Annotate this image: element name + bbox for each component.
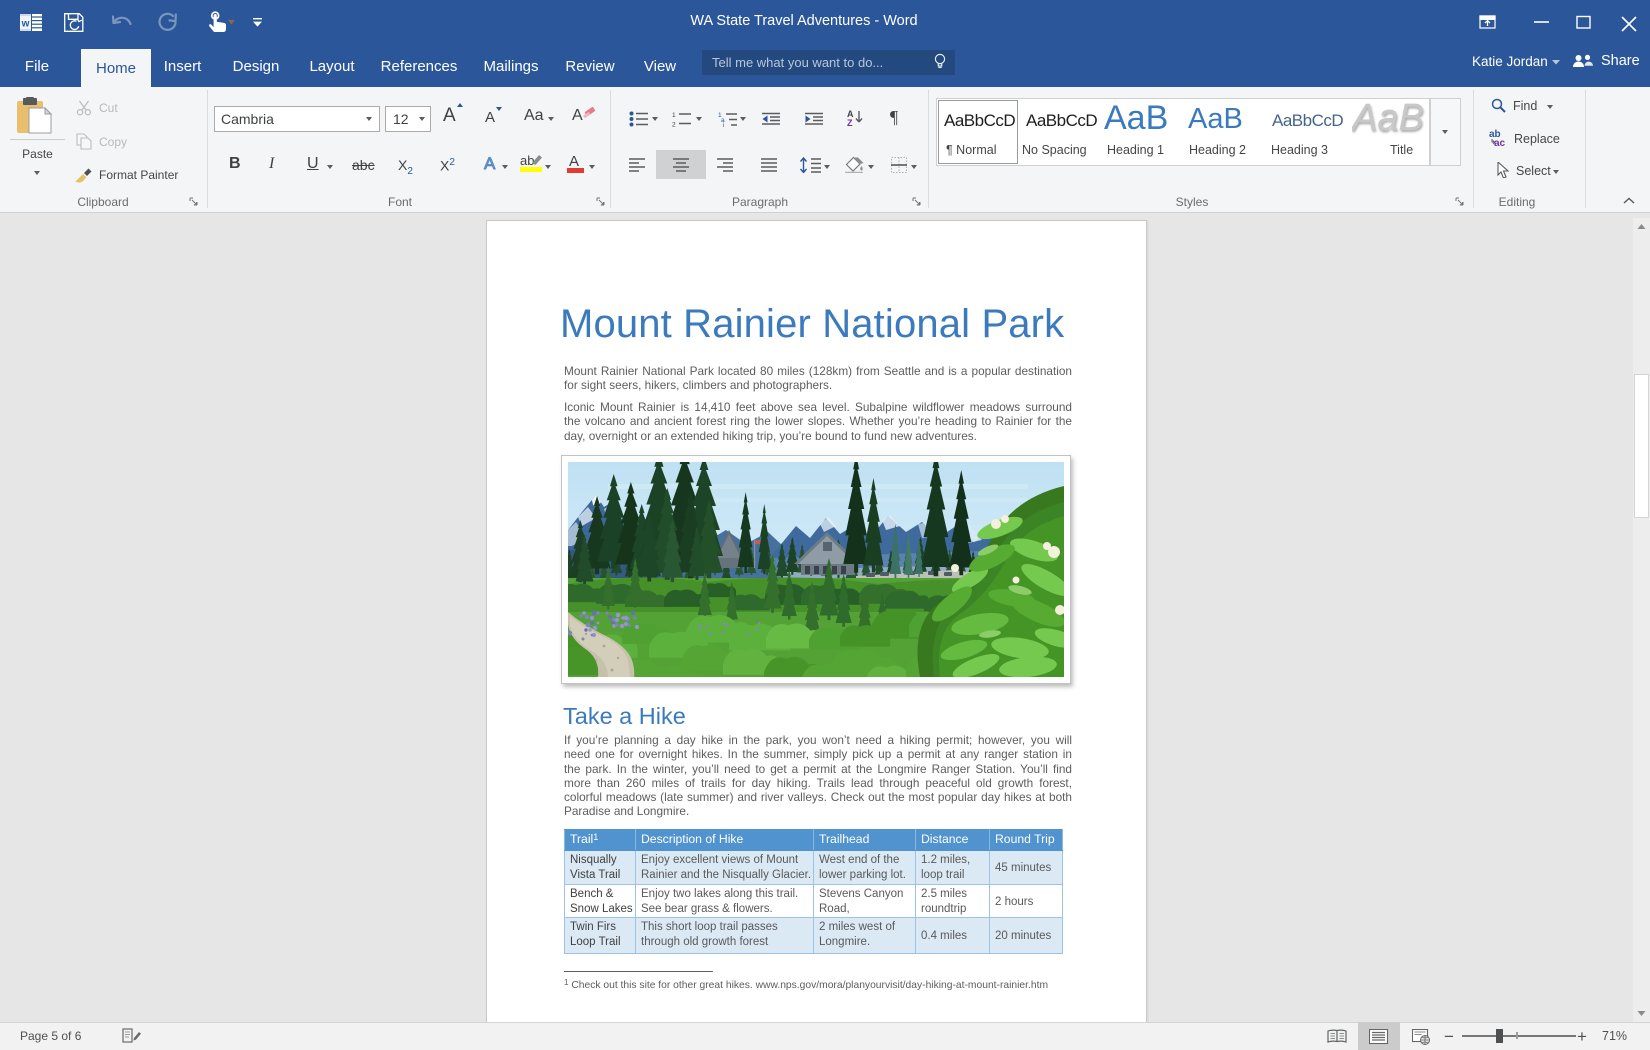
svg-text:w: w	[21, 19, 30, 30]
svg-text:ac: ac	[1494, 138, 1506, 147]
svg-text:i: i	[723, 122, 724, 127]
svg-text:Z: Z	[847, 118, 853, 127]
svg-text:1: 1	[672, 112, 676, 119]
svg-text:2: 2	[672, 122, 676, 128]
